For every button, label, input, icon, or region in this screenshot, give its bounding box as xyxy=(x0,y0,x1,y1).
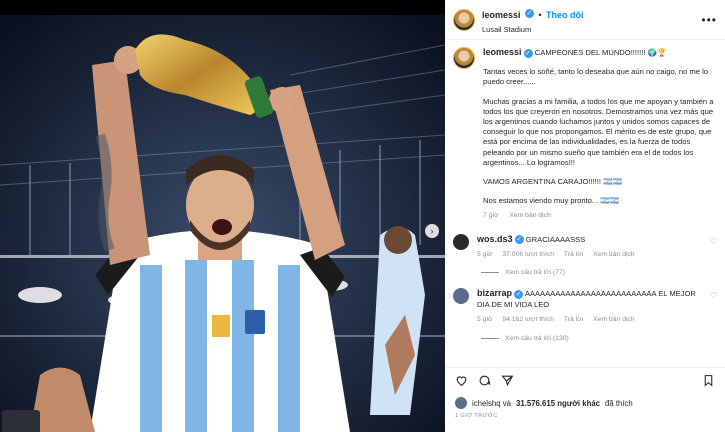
header-username[interactable]: leomessi xyxy=(482,10,521,20)
comment-icon[interactable] xyxy=(478,374,491,387)
likes-suffix: đã thích xyxy=(605,398,633,408)
comment-body: wos.ds3 ✓ GRACIAAAASSS 5 giờ 37.006 lượt… xyxy=(477,234,703,261)
more-icon[interactable]: ••• xyxy=(701,13,717,27)
comment-username[interactable]: bizarrap xyxy=(477,288,512,298)
comments-area[interactable]: leomessi ✓ CAMPEONES DEL MUNDO!!!!!!! 🌍🏆… xyxy=(445,41,725,363)
share-icon[interactable] xyxy=(501,374,514,387)
caption-body: leomessi ✓ CAMPEONES DEL MUNDO!!!!!!! 🌍🏆… xyxy=(483,47,717,222)
comment-time: 5 giờ xyxy=(477,316,493,324)
post-side-panel: leomessi ✓ • Theo dõi Lusail Stadium •••… xyxy=(445,0,725,432)
action-bar xyxy=(445,367,725,393)
caption: leomessi ✓ CAMPEONES DEL MUNDO!!!!!!! 🌍🏆… xyxy=(453,47,717,222)
caption-time: 7 giờ xyxy=(483,212,499,220)
translate-link[interactable]: Xem bản dịch xyxy=(593,251,635,258)
likes-count[interactable]: 31.576.615 người khác xyxy=(516,399,600,408)
heart-icon[interactable] xyxy=(455,374,468,387)
view-replies-label[interactable]: Xem câu trả lời (77) xyxy=(505,269,565,276)
view-replies[interactable]: Xem câu trả lời (130) xyxy=(481,335,717,342)
verified-icon: ✓ xyxy=(524,9,534,19)
heart-icon[interactable]: ♡ xyxy=(710,237,717,246)
reply-button[interactable]: Trả lời xyxy=(564,251,583,258)
caption-paragraph: VAMOS ARGENTINA CARAJO!!!!!! 🇦🇷🇦🇷 xyxy=(483,177,623,187)
verified-icon: ✓ xyxy=(514,235,524,245)
replies-line xyxy=(481,337,499,339)
verified-icon: ✓ xyxy=(523,48,533,58)
translate-link[interactable]: Xem bản dịch xyxy=(593,316,635,323)
view-replies-label[interactable]: Xem câu trả lời (130) xyxy=(505,335,569,342)
header-names: leomessi ✓ • Theo dõi Lusail Stadium xyxy=(482,5,584,34)
replies-line xyxy=(481,272,499,274)
follow-button[interactable]: Theo dõi xyxy=(546,10,584,20)
post-header: leomessi ✓ • Theo dõi Lusail Stadium ••• xyxy=(445,0,725,40)
likes-prefix[interactable]: ichelshq và xyxy=(472,399,511,408)
next-arrow-icon[interactable]: › xyxy=(425,224,439,238)
verified-icon: ✓ xyxy=(514,289,524,299)
separator-dot: • xyxy=(538,10,542,20)
comment-avatar[interactable] xyxy=(453,288,469,305)
caption-title: CAMPEONES DEL MUNDO!!!!!!! 🌍🏆 xyxy=(534,48,667,57)
comment-time: 5 giờ xyxy=(477,251,493,259)
caption-meta: 7 giờ Xem bản dịch xyxy=(483,211,717,221)
instagram-post-view: › leomessi ✓ • Theo dõi Lusail Stadium •… xyxy=(0,0,725,432)
avatar[interactable] xyxy=(453,8,475,31)
comment-item: wos.ds3 ✓ GRACIAAAASSS 5 giờ 37.006 lượt… xyxy=(453,233,717,261)
caption-translate-link[interactable]: Xem bản dịch xyxy=(509,212,551,219)
post-timestamp: 1 GIỜ TRƯỚC xyxy=(455,413,498,419)
comment-likes[interactable]: 37.006 lượt thích xyxy=(502,251,554,258)
heart-icon[interactable]: ♡ xyxy=(710,291,717,300)
phone-in-hand xyxy=(2,410,40,432)
post-photo xyxy=(0,15,445,432)
reply-button[interactable]: Trả lời xyxy=(564,316,583,323)
comment-avatar[interactable] xyxy=(453,233,469,250)
top-strip xyxy=(0,0,445,15)
comment-username[interactable]: wos.ds3 xyxy=(477,234,513,244)
caption-username[interactable]: leomessi xyxy=(483,47,522,57)
likes-summary: ichelshq và 31.576.615 người khác đã thí… xyxy=(455,397,633,409)
comment-body: bizarrap ✓ AAAAAAAAAAAAAAAAAAAAAAAAAA EL… xyxy=(477,288,703,325)
comment-text: GRACIAAAASSS xyxy=(525,234,586,244)
comment-meta: 5 giờ 37.006 lượt thích Trả lời Xem bản … xyxy=(477,250,703,260)
caption-avatar[interactable] xyxy=(453,47,475,69)
photo-illustration xyxy=(0,15,445,432)
view-replies[interactable]: Xem câu trả lời (77) xyxy=(481,269,717,276)
liker-avatar[interactable] xyxy=(455,397,467,409)
bookmark-icon[interactable] xyxy=(702,374,715,387)
comment-meta: 5 giờ 84.162 lượt thích Trả lời Xem bản … xyxy=(477,315,703,325)
caption-paragraph: Muchas gracias a mi familia, a todos los… xyxy=(483,96,714,167)
location-label[interactable]: Lusail Stadium xyxy=(482,25,584,34)
comment-likes[interactable]: 84.162 lượt thích xyxy=(502,316,554,323)
comment-item: bizarrap ✓ AAAAAAAAAAAAAAAAAAAAAAAAAA EL… xyxy=(453,288,717,325)
caption-paragraph: Nos estamos viendo muy pronto... 🇦🇷🇦🇷 xyxy=(483,196,620,206)
caption-paragraph: Tantas veces lo soñé, tanto lo deseaba q… xyxy=(483,67,709,87)
